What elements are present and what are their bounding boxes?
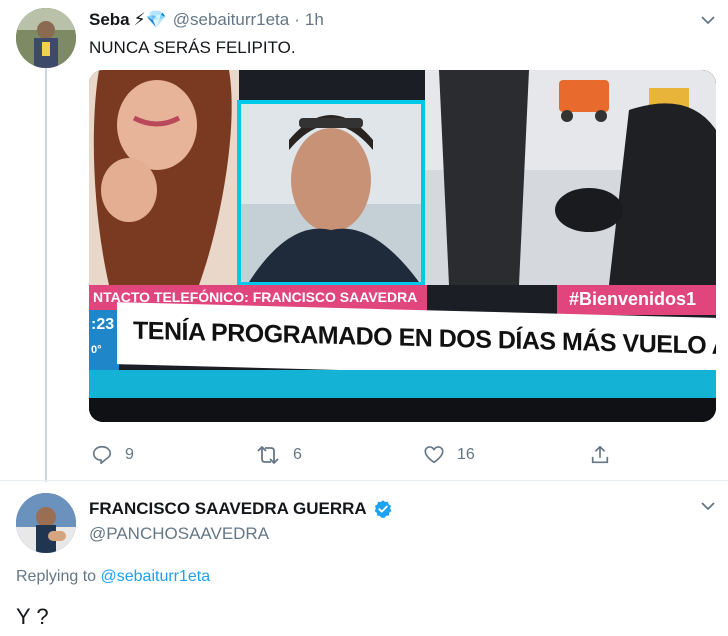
reply-text: Y ? xyxy=(16,604,49,629)
hashtag-badge: #Bienvenidos1 xyxy=(557,285,716,315)
share-icon xyxy=(591,445,609,464)
thread-line xyxy=(45,68,47,482)
tweet-media-photo[interactable]: NTACTO TELEFÓNICO: FRANCISCO SAAVEDRA #B… xyxy=(89,70,716,422)
temp-text: 0° xyxy=(91,344,102,356)
heart-icon xyxy=(424,446,444,464)
replying-prefix: Replying to xyxy=(16,568,97,585)
reply-author-name[interactable]: FRANCISCO SAAVEDRA GUERRA xyxy=(89,499,367,519)
reply-avatar[interactable] xyxy=(16,493,76,553)
tweet-time[interactable]: 1h xyxy=(305,10,324,30)
retweet-icon xyxy=(257,446,279,464)
replying-to-link[interactable]: @sebaiturr1eta xyxy=(101,568,211,585)
reply-handle[interactable]: @PANCHOSAAVEDRA xyxy=(89,524,269,544)
verified-badge-icon xyxy=(374,500,392,518)
avatar[interactable] xyxy=(16,8,76,68)
reply-button[interactable]: 9 xyxy=(91,440,134,470)
tweet-divider xyxy=(0,480,728,481)
like-count: 16 xyxy=(457,446,475,463)
like-button[interactable]: 16 xyxy=(423,440,475,470)
tweet-header: Seba ⚡💎 @sebaiturr1eta · 1h xyxy=(89,9,324,31)
share-button[interactable] xyxy=(589,440,623,470)
reply-icon xyxy=(92,445,112,465)
separator-dot: · xyxy=(294,10,300,29)
reply-count: 9 xyxy=(125,446,134,463)
clock-text: :23 xyxy=(91,316,115,333)
retweet-button[interactable]: 6 xyxy=(255,440,302,470)
author-handle[interactable]: @sebaiturr1eta xyxy=(173,10,290,30)
tweet-actions: 9 6 16 xyxy=(89,440,619,470)
chevron-down-icon[interactable] xyxy=(700,14,716,26)
replying-to-line: Replying to @sebaiturr1eta xyxy=(16,568,210,586)
clock-box: :23 0° xyxy=(89,310,119,372)
tv-cyan-bar xyxy=(89,370,716,398)
reply-author: FRANCISCO SAAVEDRA GUERRA xyxy=(89,499,393,519)
chevron-down-icon[interactable] xyxy=(700,500,716,512)
author-name[interactable]: Seba xyxy=(89,10,130,30)
author-emojis: ⚡💎 xyxy=(133,10,167,29)
tweet-text: NUNCA SERÁS FELIPITO. xyxy=(89,38,296,57)
retweet-count: 6 xyxy=(293,446,302,463)
original-tweet[interactable]: Seba ⚡💎 @sebaiturr1eta · 1h NUNCA SERÁS … xyxy=(0,0,728,482)
